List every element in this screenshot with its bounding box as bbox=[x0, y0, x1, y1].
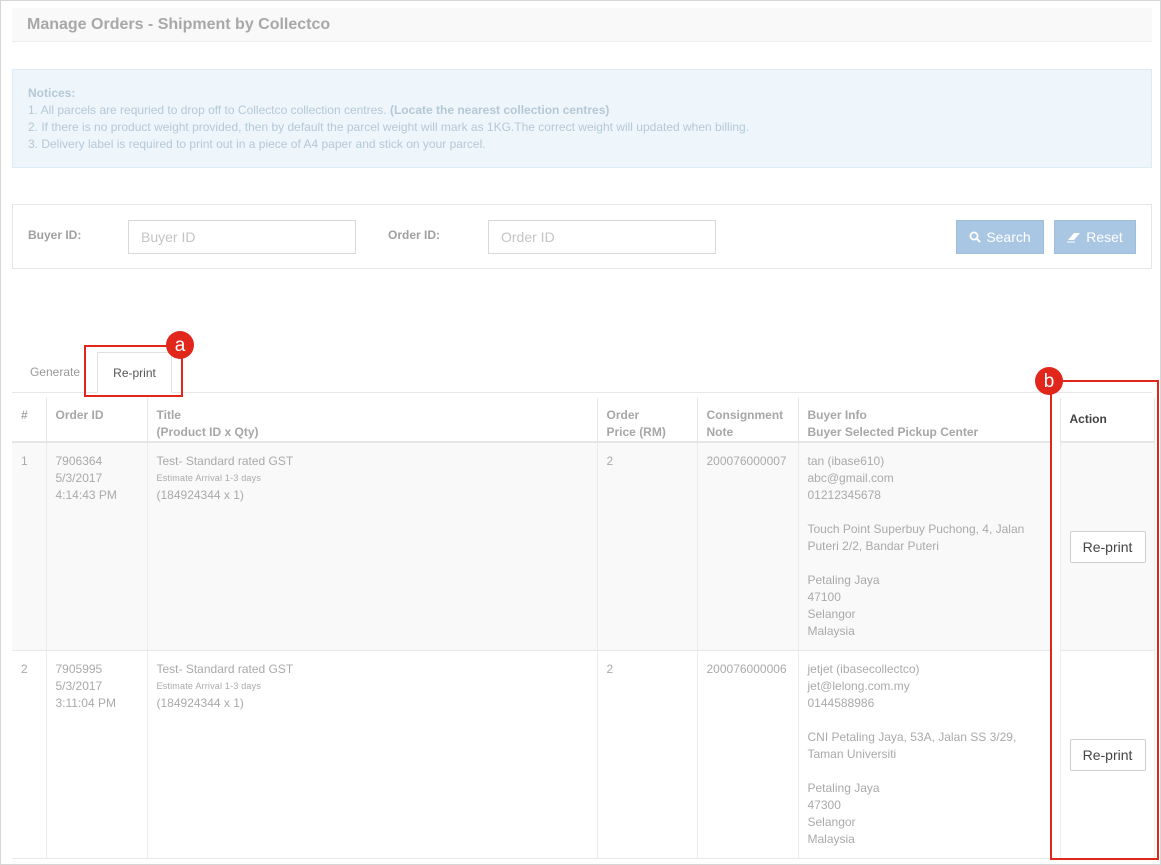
buyer-info: jetjet (ibasecollectco) jet@lelong.com.m… bbox=[798, 650, 1052, 859]
order-time: 4:14:43 PM bbox=[55, 488, 117, 502]
order-id: 7906364 bbox=[55, 454, 103, 468]
notices-panel: Notices: 1. All parcels are requried to … bbox=[12, 69, 1152, 168]
consignment-note: 200076000006 bbox=[697, 650, 799, 859]
order-id: 7905995 bbox=[55, 662, 103, 676]
page-title: Manage Orders - Shipment by Collectco bbox=[12, 8, 1152, 42]
pickup-line-2: Puteri 2/2, Bandar Puteri bbox=[807, 539, 939, 553]
col-header-buyer: Buyer Info Buyer Selected Pickup Center bbox=[798, 398, 1052, 443]
order-time: 3:11:04 PM bbox=[55, 696, 116, 710]
pickup-postcode: 47100 bbox=[807, 590, 841, 604]
order-price: 2 bbox=[597, 442, 698, 651]
annotation-marker-a: a bbox=[166, 331, 194, 359]
annotation-marker-b: b bbox=[1035, 367, 1063, 395]
eraser-icon bbox=[1067, 233, 1081, 243]
pickup-country: Malaysia bbox=[807, 624, 855, 638]
order-date: 5/3/2017 bbox=[55, 471, 103, 485]
buyer-id-label: Buyer ID: bbox=[28, 228, 82, 242]
product-qty: (184924344 x 1) bbox=[156, 696, 244, 710]
search-button-label: Search bbox=[986, 229, 1031, 245]
pickup-state: Selangor bbox=[807, 607, 856, 621]
col-header-title-line1: Title bbox=[156, 408, 181, 422]
buyer-phone: 01212345678 bbox=[807, 488, 881, 502]
consignment-note: 200076000007 bbox=[697, 442, 799, 651]
row-num: 1 bbox=[12, 442, 47, 651]
search-icon bbox=[969, 231, 982, 243]
pickup-line-2: Taman Universiti bbox=[807, 747, 897, 761]
order-price: 2 bbox=[597, 650, 698, 859]
col-header-consignment-line1: Consignment bbox=[706, 408, 784, 422]
buyer-info: tan (ibase610) abc@gmail.com 01212345678… bbox=[798, 442, 1052, 651]
table-row: 1 7906364 5/3/2017 4:14:43 PM Test- Stan… bbox=[12, 442, 1155, 651]
product-qty: (184924344 x 1) bbox=[156, 488, 244, 502]
notice-line-1: 1. All parcels are requried to drop off … bbox=[28, 102, 1136, 119]
order-id-label: Order ID: bbox=[388, 228, 441, 242]
col-header-price: Order Price (RM) bbox=[597, 398, 698, 443]
buyer-name: jetjet (ibasecollectco) bbox=[807, 662, 920, 676]
notices-heading: Notices: bbox=[28, 86, 76, 100]
annotation-box-b bbox=[1050, 380, 1159, 860]
col-header-title: Title (Product ID x Qty) bbox=[147, 398, 598, 443]
pickup-postcode: 47300 bbox=[807, 798, 841, 812]
pickup-line-1: Touch Point Superbuy Puchong, 4, Jalan bbox=[807, 522, 1025, 536]
col-header-order-id: Order ID bbox=[46, 398, 148, 443]
notice-line-2: 2. If there is no product weight provide… bbox=[28, 120, 750, 134]
notice-line-1-text: 1. All parcels are requried to drop off … bbox=[28, 103, 387, 117]
product-title: Test- Standard rated GST bbox=[156, 662, 294, 676]
row-title: Test- Standard rated GST Estimate Arriva… bbox=[147, 442, 598, 651]
row-num: 2 bbox=[12, 650, 47, 859]
col-header-buyer-line1: Buyer Info bbox=[807, 408, 867, 422]
table-header-row: # Order ID Title (Product ID x Qty) Orde… bbox=[12, 398, 1155, 443]
orders-table: # Order ID Title (Product ID x Qty) Orde… bbox=[12, 398, 1155, 859]
estimate-arrival: Estimate Arrival 1-3 days bbox=[156, 681, 262, 691]
pickup-line-1: CNI Petaling Jaya, 53A, Jalan SS 3/29, bbox=[807, 730, 1017, 744]
search-button[interactable]: Search bbox=[956, 220, 1044, 254]
estimate-arrival: Estimate Arrival 1-3 days bbox=[156, 473, 262, 483]
col-header-consignment-line2: Note bbox=[706, 425, 734, 439]
col-header-buyer-line2: Buyer Selected Pickup Center bbox=[807, 425, 979, 439]
col-header-num: # bbox=[12, 398, 47, 443]
tab-generate[interactable]: Generate bbox=[15, 352, 95, 392]
product-title: Test- Standard rated GST bbox=[156, 454, 294, 468]
table-row: 2 7905995 5/3/2017 3:11:04 PM Test- Stan… bbox=[12, 650, 1155, 859]
buyer-id-input[interactable] bbox=[128, 220, 356, 254]
order-date: 5/3/2017 bbox=[55, 679, 103, 693]
pickup-country: Malaysia bbox=[807, 832, 855, 846]
row-order-info: 7906364 5/3/2017 4:14:43 PM bbox=[46, 442, 148, 651]
reset-button-label: Reset bbox=[1086, 229, 1123, 245]
col-header-consignment: Consignment Note bbox=[697, 398, 799, 443]
buyer-email: jet@lelong.com.my bbox=[807, 679, 910, 693]
row-order-info: 7905995 5/3/2017 3:11:04 PM bbox=[46, 650, 148, 859]
col-header-price-line1: Order bbox=[606, 408, 640, 422]
row-title: Test- Standard rated GST Estimate Arriva… bbox=[147, 650, 598, 859]
pickup-city: Petaling Jaya bbox=[807, 781, 880, 795]
filter-panel: Buyer ID: Order ID: Search Reset bbox=[12, 204, 1152, 269]
locate-centres-link[interactable]: (Locate the nearest collection centres) bbox=[390, 103, 609, 117]
col-header-title-line2: (Product ID x Qty) bbox=[156, 425, 259, 439]
order-id-input[interactable] bbox=[488, 220, 716, 254]
buyer-phone: 0144588986 bbox=[807, 696, 875, 710]
notice-line-3: 3. Delivery label is required to print o… bbox=[28, 137, 486, 151]
buyer-name: tan (ibase610) bbox=[807, 454, 885, 468]
pickup-city: Petaling Jaya bbox=[807, 573, 880, 587]
buyer-email: abc@gmail.com bbox=[807, 471, 894, 485]
reset-button[interactable]: Reset bbox=[1054, 220, 1136, 254]
col-header-price-line2: Price (RM) bbox=[606, 425, 666, 439]
pickup-state: Selangor bbox=[807, 815, 856, 829]
